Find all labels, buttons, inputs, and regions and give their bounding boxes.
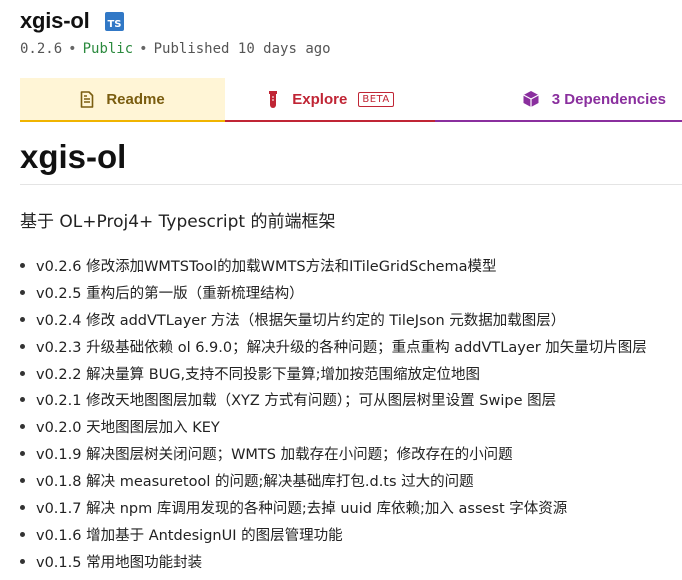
changelog-text: v0.1.5 常用地图功能封装 [36, 554, 203, 571]
bullet-icon [20, 290, 36, 295]
package-name: xgis-ol [20, 8, 90, 33]
publish-date: Published 10 days ago [153, 41, 331, 57]
list-item: v0.2.0 天地图图层加入 KEY [20, 413, 647, 440]
changelog-text: v0.2.3 升级基础依赖 ol 6.9.0；解决升级的各种问题；重点重构 ad… [36, 339, 647, 356]
list-item: v0.2.1 修改天地图图层加载（XYZ 方式有问题）；可从图层树里设置 Swi… [20, 386, 647, 413]
list-item: v0.1.6 增加基于 AntdesignUI 的图层管理功能 [20, 521, 647, 548]
list-item: v0.2.5 重构后的第一版（重新梳理结构） [20, 279, 647, 306]
readme-heading: xgis-ol [20, 138, 682, 185]
tab-dependencies-label: 3 Dependencies [551, 90, 666, 108]
changelog-text: v0.2.4 修改 addVTLayer 方法（根据矢量切片约定的 TileJs… [36, 312, 566, 329]
bullet-icon [20, 344, 36, 349]
changelog-text: v0.1.7 解决 npm 库调用发现的各种问题;去掉 uuid 库依赖;加入 … [36, 500, 568, 517]
list-item: v0.2.3 升级基础依赖 ol 6.9.0；解决升级的各种问题；重点重构 ad… [20, 333, 647, 360]
title-row: xgis-ol TS [20, 6, 682, 36]
package-tabs: Readme Explore BETA 3 Dependencies [20, 78, 682, 122]
changelog-list: v0.2.6 修改添加WMTSTool的加载WMTS方法和ITileGridSc… [20, 252, 647, 575]
explore-vial-icon [266, 90, 280, 108]
changelog-text: v0.2.2 解决量算 BUG,支持不同投影下量算;增加按范围缩放定位地图 [36, 366, 480, 383]
list-item: v0.1.8 解决 measuretool 的问题;解决基础库打包.d.ts 过… [20, 467, 647, 494]
package-header: xgis-ol TS 0.2.6 • Public • Published 10 day… [20, 6, 682, 57]
list-item: v0.1.5 常用地图功能封装 [20, 548, 647, 575]
bullet-icon [20, 397, 36, 402]
tab-readme[interactable]: Readme [20, 78, 225, 122]
bullet-icon [20, 424, 36, 429]
bullet-icon [20, 505, 36, 510]
meta-separator: • [139, 41, 148, 57]
bullet-icon [20, 478, 36, 483]
meta-separator: • [68, 41, 77, 57]
changelog-text: v0.2.5 重构后的第一版（重新梳理结构） [36, 285, 304, 302]
list-item: v0.2.2 解决量算 BUG,支持不同投影下量算;增加按范围缩放定位地图 [20, 360, 647, 387]
readme-file-icon [80, 90, 94, 108]
changelog-text: v0.1.6 增加基于 AntdesignUI 的图层管理功能 [36, 527, 343, 544]
tab-readme-label: Readme [106, 90, 165, 108]
bullet-icon [20, 371, 36, 376]
bullet-icon [20, 559, 36, 564]
beta-badge: BETA [358, 91, 394, 107]
dependencies-cube-icon [522, 90, 540, 108]
bullet-icon [20, 317, 36, 322]
tab-dependencies[interactable]: 3 Dependencies [435, 78, 682, 122]
bullet-icon [20, 532, 36, 537]
changelog-text: v0.1.9 解决图层树关闭问题；WMTS 加载存在小问题；修改存在的小问题 [36, 447, 513, 464]
typescript-icon[interactable]: TS [104, 11, 124, 31]
changelog-text: v0.2.6 修改添加WMTSTool的加载WMTS方法和ITileGridSc… [36, 258, 497, 275]
readme-description: 基于 OL+Proj4+ Typescript 的前端框架 [20, 212, 336, 232]
list-item: v0.2.4 修改 addVTLayer 方法（根据矢量切片约定的 TileJs… [20, 306, 647, 333]
tab-explore-label: Explore [292, 90, 348, 108]
package-meta: 0.2.6 • Public • Published 10 days ago [20, 41, 682, 57]
list-item: v0.2.6 修改添加WMTSTool的加载WMTS方法和ITileGridSc… [20, 252, 647, 279]
bullet-icon [20, 263, 36, 268]
list-item: v0.1.7 解决 npm 库调用发现的各种问题;去掉 uuid 库依赖;加入 … [20, 494, 647, 521]
tab-explore[interactable]: Explore BETA [225, 78, 435, 122]
list-item: v0.1.9 解决图层树关闭问题；WMTS 加载存在小问题；修改存在的小问题 [20, 440, 647, 467]
package-visibility: Public [82, 41, 134, 57]
changelog-text: v0.1.8 解决 measuretool 的问题;解决基础库打包.d.ts 过… [36, 474, 474, 491]
changelog-text: v0.2.1 修改天地图图层加载（XYZ 方式有问题）；可从图层树里设置 Swi… [36, 393, 557, 410]
changelog-text: v0.2.0 天地图图层加入 KEY [36, 420, 220, 437]
bullet-icon [20, 451, 36, 456]
package-version: 0.2.6 [20, 41, 63, 57]
